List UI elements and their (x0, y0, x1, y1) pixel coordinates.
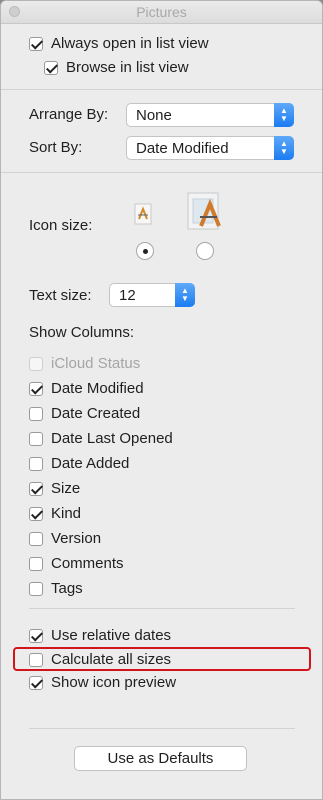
show-columns-label: Show Columns: (29, 324, 135, 341)
column-date-created[interactable]: Date Created (29, 405, 140, 422)
arrange-by-select[interactable]: None ▲ ▼ (126, 103, 294, 127)
version-label: Version (51, 530, 102, 547)
browse-list-view-option[interactable]: Browse in list view (44, 59, 189, 76)
date-added-label: Date Added (51, 455, 130, 472)
date-last-opened-checkbox[interactable] (29, 431, 43, 446)
column-date-last-opened[interactable]: Date Last Opened (29, 430, 173, 447)
column-date-modified[interactable]: Date Modified (29, 380, 144, 397)
date-added-checkbox[interactable] (29, 456, 43, 471)
window-title: Pictures (136, 4, 187, 20)
size-label: Size (51, 480, 81, 497)
show-icon-preview-option[interactable]: Show icon preview (29, 674, 176, 691)
title-bar: Pictures (1, 1, 322, 24)
version-checkbox[interactable] (29, 531, 43, 546)
arrange-by-label: Arrange By: (29, 106, 109, 123)
use-relative-dates-label: Use relative dates (51, 627, 172, 644)
select-arrows-icon: ▲ ▼ (274, 136, 294, 160)
date-created-label: Date Created (51, 405, 141, 422)
select-arrows-icon: ▲ ▼ (175, 283, 195, 307)
kind-checkbox[interactable] (29, 506, 43, 521)
icon-size-label: Icon size: (29, 217, 93, 234)
text-size-select[interactable]: 12 ▲ ▼ (109, 283, 195, 307)
always-open-list-view-checkbox[interactable] (29, 36, 43, 51)
highlight-box (13, 647, 311, 671)
large-icon-radio[interactable] (196, 242, 214, 260)
divider (1, 89, 322, 90)
column-date-added[interactable]: Date Added (29, 455, 129, 472)
always-open-list-view-option[interactable]: Always open in list view (29, 35, 209, 52)
sort-by-value: Date Modified (136, 139, 229, 157)
sort-by-label: Sort By: (29, 139, 83, 156)
column-icloud-status: iCloud Status (29, 355, 140, 372)
divider (1, 172, 322, 173)
browse-list-view-label: Browse in list view (66, 59, 189, 76)
use-as-defaults-button[interactable]: Use as Defaults (74, 746, 247, 771)
close-button[interactable] (9, 6, 20, 17)
select-arrows-icon: ▲ ▼ (274, 103, 294, 127)
show-icon-preview-checkbox[interactable] (29, 675, 43, 690)
date-modified-checkbox[interactable] (29, 381, 43, 396)
column-size[interactable]: Size (29, 480, 80, 497)
divider (29, 608, 295, 609)
text-size-value: 12 (119, 286, 136, 304)
column-comments[interactable]: Comments (29, 555, 124, 572)
tags-label: Tags (51, 580, 83, 597)
show-icon-preview-label: Show icon preview (51, 674, 177, 691)
tags-checkbox[interactable] (29, 581, 43, 596)
date-last-opened-label: Date Last Opened (51, 430, 173, 447)
browse-list-view-checkbox[interactable] (44, 60, 58, 75)
column-kind[interactable]: Kind (29, 505, 81, 522)
use-relative-dates-option[interactable]: Use relative dates (29, 627, 171, 644)
text-size-label: Text size: (29, 287, 92, 304)
small-icon-radio[interactable] (136, 242, 154, 260)
comments-checkbox[interactable] (29, 556, 43, 571)
column-tags[interactable]: Tags (29, 580, 83, 597)
small-app-icon (134, 203, 152, 225)
arrange-by-value: None (136, 106, 172, 124)
divider (29, 728, 295, 729)
date-modified-label: Date Modified (51, 380, 144, 397)
sort-by-select[interactable]: Date Modified ▲ ▼ (126, 136, 294, 160)
size-checkbox[interactable] (29, 481, 43, 496)
always-open-list-view-label: Always open in list view (51, 35, 209, 52)
date-created-checkbox[interactable] (29, 406, 43, 421)
kind-label: Kind (51, 505, 82, 522)
large-app-icon (187, 192, 221, 230)
column-version[interactable]: Version (29, 530, 101, 547)
view-options-window: Pictures Always open in list view Browse… (0, 0, 323, 800)
icloud-status-checkbox (29, 356, 43, 371)
comments-label: Comments (51, 555, 124, 572)
icloud-status-label: iCloud Status (51, 355, 141, 372)
use-relative-dates-checkbox[interactable] (29, 628, 43, 643)
